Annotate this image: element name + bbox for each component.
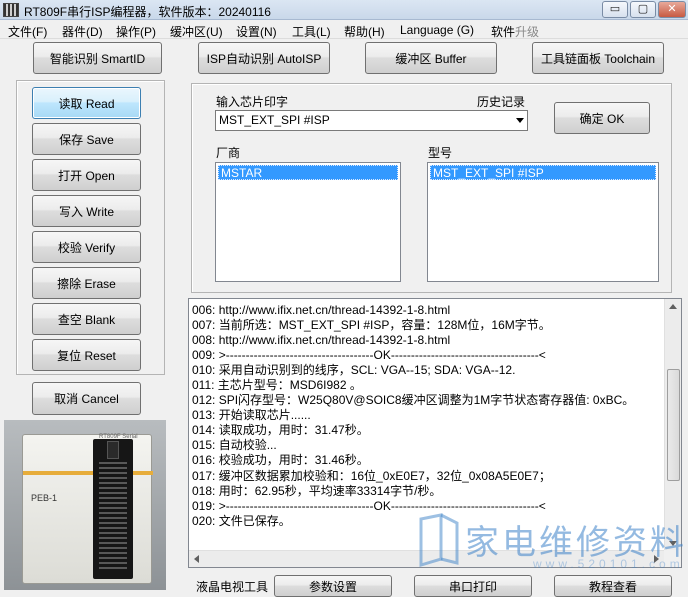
save-button[interactable]: 保存 Save [32, 123, 141, 155]
zif-socket [93, 439, 133, 579]
log-line: 020: 文件已保存。 [192, 513, 291, 528]
dropdown-arrow-icon[interactable] [516, 118, 524, 123]
vendor-listbox[interactable]: MSTAR [215, 162, 401, 282]
log-line: 017: 缓冲区数据累加校验和：16位_0xE0E7，32位_0x08A5E0E… [192, 468, 551, 483]
log-line: 019: >----------------------------------… [192, 498, 546, 513]
log-vertical-scrollbar[interactable] [664, 299, 681, 551]
serial-print-button[interactable]: 串口打印 [414, 575, 532, 597]
menu-help[interactable]: 帮助(H) [344, 23, 385, 40]
log-line: 013: 开始读取芯片...... [192, 408, 311, 423]
scroll-corner [664, 550, 681, 567]
programmer-label: PEB-1 [31, 493, 58, 503]
write-button[interactable]: 写入 Write [32, 195, 141, 227]
socket-lever [107, 441, 119, 459]
vendor-label: 厂商 [216, 146, 241, 160]
log-line: 014: 读取成功，用时：31.47秒。 [192, 423, 369, 438]
scroll-thumb[interactable] [667, 369, 680, 481]
cancel-button[interactable]: 取消 Cancel [32, 382, 141, 415]
menu-device[interactable]: 器件(D) [62, 23, 103, 40]
scroll-down-icon[interactable] [669, 541, 677, 546]
verify-button[interactable]: 校验 Verify [32, 231, 141, 263]
model-list-item[interactable]: MST_EXT_SPI #ISP [430, 165, 656, 180]
erase-button[interactable]: 擦除 Erase [32, 267, 141, 299]
close-button[interactable]: ✕ [658, 1, 686, 18]
chip-combobox[interactable]: MST_EXT_SPI #ISP [215, 110, 528, 131]
menu-bar: 文件(F) 器件(D) 操作(P) 缓冲区(U) 设置(N) 工具(L) 帮助(… [0, 20, 688, 39]
read-button[interactable]: 读取 Read [32, 87, 141, 119]
app-icon [3, 3, 19, 17]
ok-button[interactable]: 确定 OK [554, 102, 650, 134]
log-line: 016: 校验成功，用时：31.46秒。 [192, 453, 369, 468]
smartid-button[interactable]: 智能识别 SmartID [33, 42, 162, 74]
log-line: 011: 主芯片型号：MSD6I982 。 [192, 378, 362, 393]
menu-tools[interactable]: 工具(L) [292, 23, 331, 40]
log-line: 018: 用时：62.95秒，平均速率33314字节/秒。 [192, 483, 442, 498]
scroll-up-icon[interactable] [669, 304, 677, 309]
menu-file[interactable]: 文件(F) [8, 23, 47, 40]
chip-combobox-value: MST_EXT_SPI #ISP [219, 113, 330, 127]
title-bar: RT809F串行ISP编程器，软件版本：20240116 ▭ ▢ ✕ [0, 0, 688, 20]
menu-upgrade-faded: 升级 [515, 25, 540, 39]
maximize-button[interactable]: ▢ [630, 1, 656, 18]
log-line: 006: http://www.ifix.net.cn/thread-14392… [192, 303, 451, 317]
scroll-left-icon[interactable] [194, 555, 199, 563]
log-line: 015: 自动校验... [192, 438, 277, 453]
toolchain-button[interactable]: 工具链面板 Toolchain [532, 42, 664, 74]
open-button[interactable]: 打开 Open [32, 159, 141, 191]
log-line: 012: SPI闪存型号：W25Q80V@SOIC8缓冲区调整为1M字节状态寄存… [192, 393, 635, 408]
log-output[interactable]: 006: http://www.ifix.net.cn/thread-14392… [188, 298, 682, 568]
chip-input-label: 输入芯片印字 [216, 95, 289, 109]
menu-language[interactable]: Language (G) [400, 23, 474, 37]
menu-upgrade-label: 软件 [491, 25, 516, 39]
menu-buffer[interactable]: 缓冲区(U) [170, 23, 223, 40]
history-label: 历史记录 [477, 95, 526, 109]
log-horizontal-scrollbar[interactable] [189, 550, 664, 567]
vendor-list-item[interactable]: MSTAR [218, 165, 398, 180]
programmer-strip [23, 471, 153, 475]
programmer-body: RT809F Serial PEB-1 [22, 434, 153, 584]
log-line: 010: 采用自动识别到的线序，SCL: VGA--15; SDA: VGA--… [192, 363, 516, 378]
menu-settings[interactable]: 设置(N) [236, 23, 277, 40]
model-listbox[interactable]: MST_EXT_SPI #ISP [427, 162, 659, 282]
autoisp-button[interactable]: ISP自动识别 AutoISP [198, 42, 330, 74]
params-button[interactable]: 参数设置 [274, 575, 392, 597]
minimize-button[interactable]: ▭ [602, 1, 628, 18]
log-line: 007: 当前所选：MST_EXT_SPI #ISP，容量：128M位，16M字… [192, 318, 551, 333]
scroll-right-icon[interactable] [654, 555, 659, 563]
lcd-tv-tools-label: 液晶电视工具 [196, 580, 269, 594]
menu-upgrade[interactable]: 软件升级 [491, 23, 539, 40]
menu-operate[interactable]: 操作(P) [116, 23, 156, 40]
log-lines: 006: http://www.ifix.net.cn/thread-14392… [192, 303, 663, 529]
log-line: 009: >----------------------------------… [192, 348, 546, 363]
tutorial-button[interactable]: 教程查看 [554, 575, 672, 597]
log-line: 008: http://www.ifix.net.cn/thread-14392… [192, 333, 451, 348]
reset-button[interactable]: 复位 Reset [32, 339, 141, 371]
window-title: RT809F串行ISP编程器，软件版本：20240116 [24, 5, 271, 19]
buffer-button[interactable]: 缓冲区 Buffer [365, 42, 497, 74]
blank-button[interactable]: 查空 Blank [32, 303, 141, 335]
socket-pins [99, 459, 127, 571]
model-label: 型号 [428, 146, 453, 160]
programmer-photo: RT809F Serial PEB-1 [4, 420, 166, 590]
